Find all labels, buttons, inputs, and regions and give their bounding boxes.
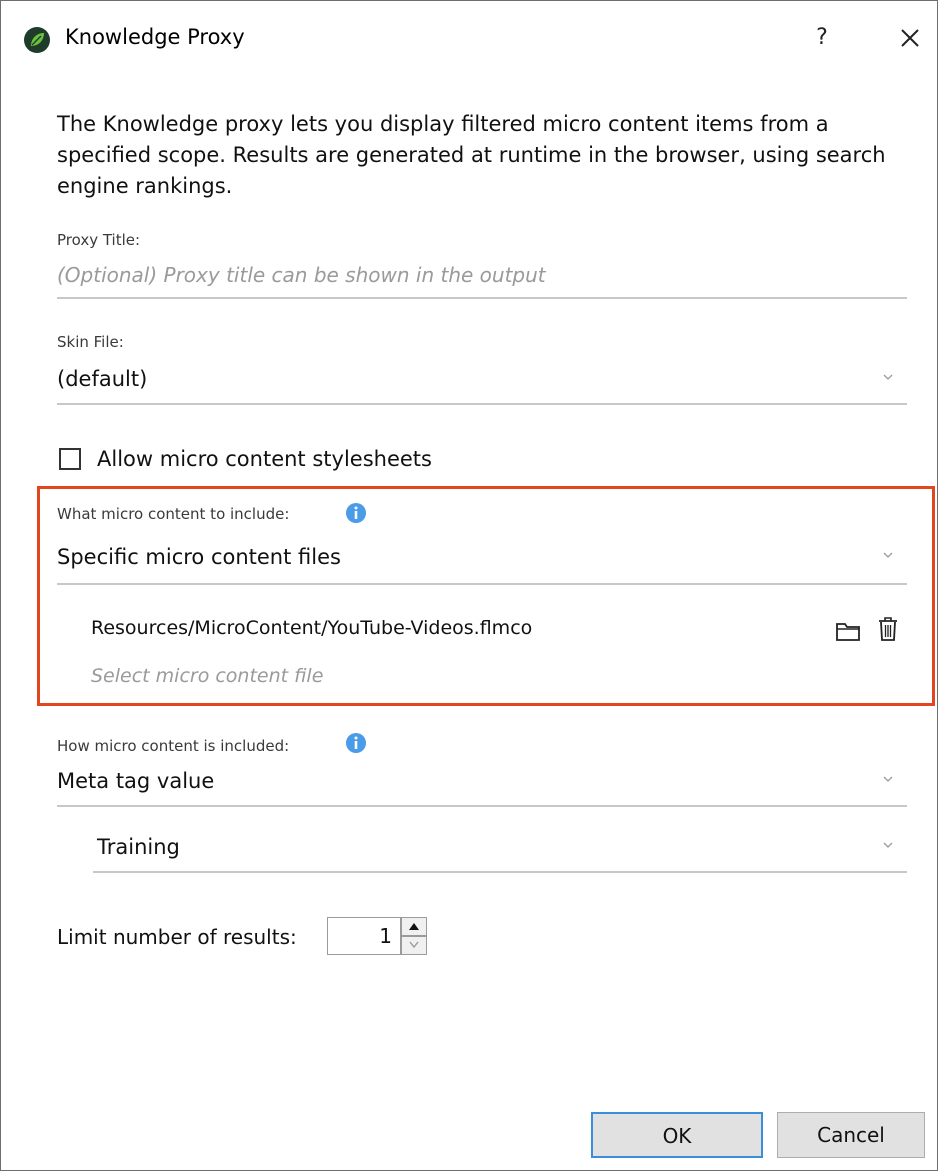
skin-file-underline [57, 403, 907, 405]
skin-file-select[interactable]: (default) [57, 367, 147, 391]
window-title: Knowledge Proxy [65, 25, 245, 49]
close-icon[interactable] [893, 21, 927, 55]
caret-down-icon [409, 941, 419, 949]
cancel-button[interactable]: Cancel [777, 1112, 925, 1158]
proxy-title-label: Proxy Title: [57, 231, 141, 249]
micro-content-file-entry[interactable]: Resources/MicroContent/YouTube-Videos.fl… [91, 617, 532, 639]
how-included-label: How micro content is included: [57, 737, 290, 755]
meta-tag-value-select[interactable]: Training [97, 835, 180, 859]
folder-icon[interactable] [835, 620, 861, 642]
skin-file-label: Skin File: [57, 333, 124, 351]
what-to-include-label: What micro content to include: [57, 505, 290, 523]
how-included-select[interactable]: Meta tag value [57, 769, 214, 793]
help-button[interactable]: ? [807, 21, 837, 55]
proxy-title-input[interactable]: (Optional) Proxy title can be shown in t… [57, 263, 546, 287]
how-included-underline [57, 805, 907, 807]
chevron-down-icon[interactable] [881, 550, 895, 560]
proxy-title-underline [57, 297, 907, 299]
spin-down-button[interactable] [401, 936, 427, 955]
limit-results-input[interactable]: 1 [327, 917, 401, 955]
chevron-down-icon[interactable] [881, 774, 895, 784]
info-icon[interactable] [345, 732, 367, 754]
leaf-logo-icon [24, 27, 50, 53]
caret-up-icon [409, 923, 419, 930]
ok-button[interactable]: OK [591, 1112, 763, 1158]
title-bar: Knowledge Proxy ? [1, 1, 937, 77]
trash-icon[interactable] [876, 615, 900, 643]
chevron-down-icon[interactable] [881, 840, 895, 850]
select-micro-content-file[interactable]: Select micro content file [91, 665, 323, 687]
chevron-down-icon[interactable] [881, 372, 895, 382]
allow-stylesheets-label[interactable]: Allow micro content stylesheets [97, 447, 432, 471]
info-icon[interactable] [345, 502, 367, 524]
allow-stylesheets-checkbox[interactable] [59, 448, 81, 470]
description-text: The Knowledge proxy lets you display fil… [57, 112, 886, 198]
spin-up-button[interactable] [401, 917, 427, 936]
what-to-include-underline [57, 583, 907, 585]
meta-tag-value-underline [93, 871, 907, 873]
limit-results-label: Limit number of results: [57, 925, 297, 949]
what-to-include-select[interactable]: Specific micro content files [57, 545, 341, 569]
knowledge-proxy-dialog: Knowledge Proxy ? The Knowledge proxy le… [0, 0, 938, 1171]
limit-results-value: 1 [379, 924, 392, 948]
